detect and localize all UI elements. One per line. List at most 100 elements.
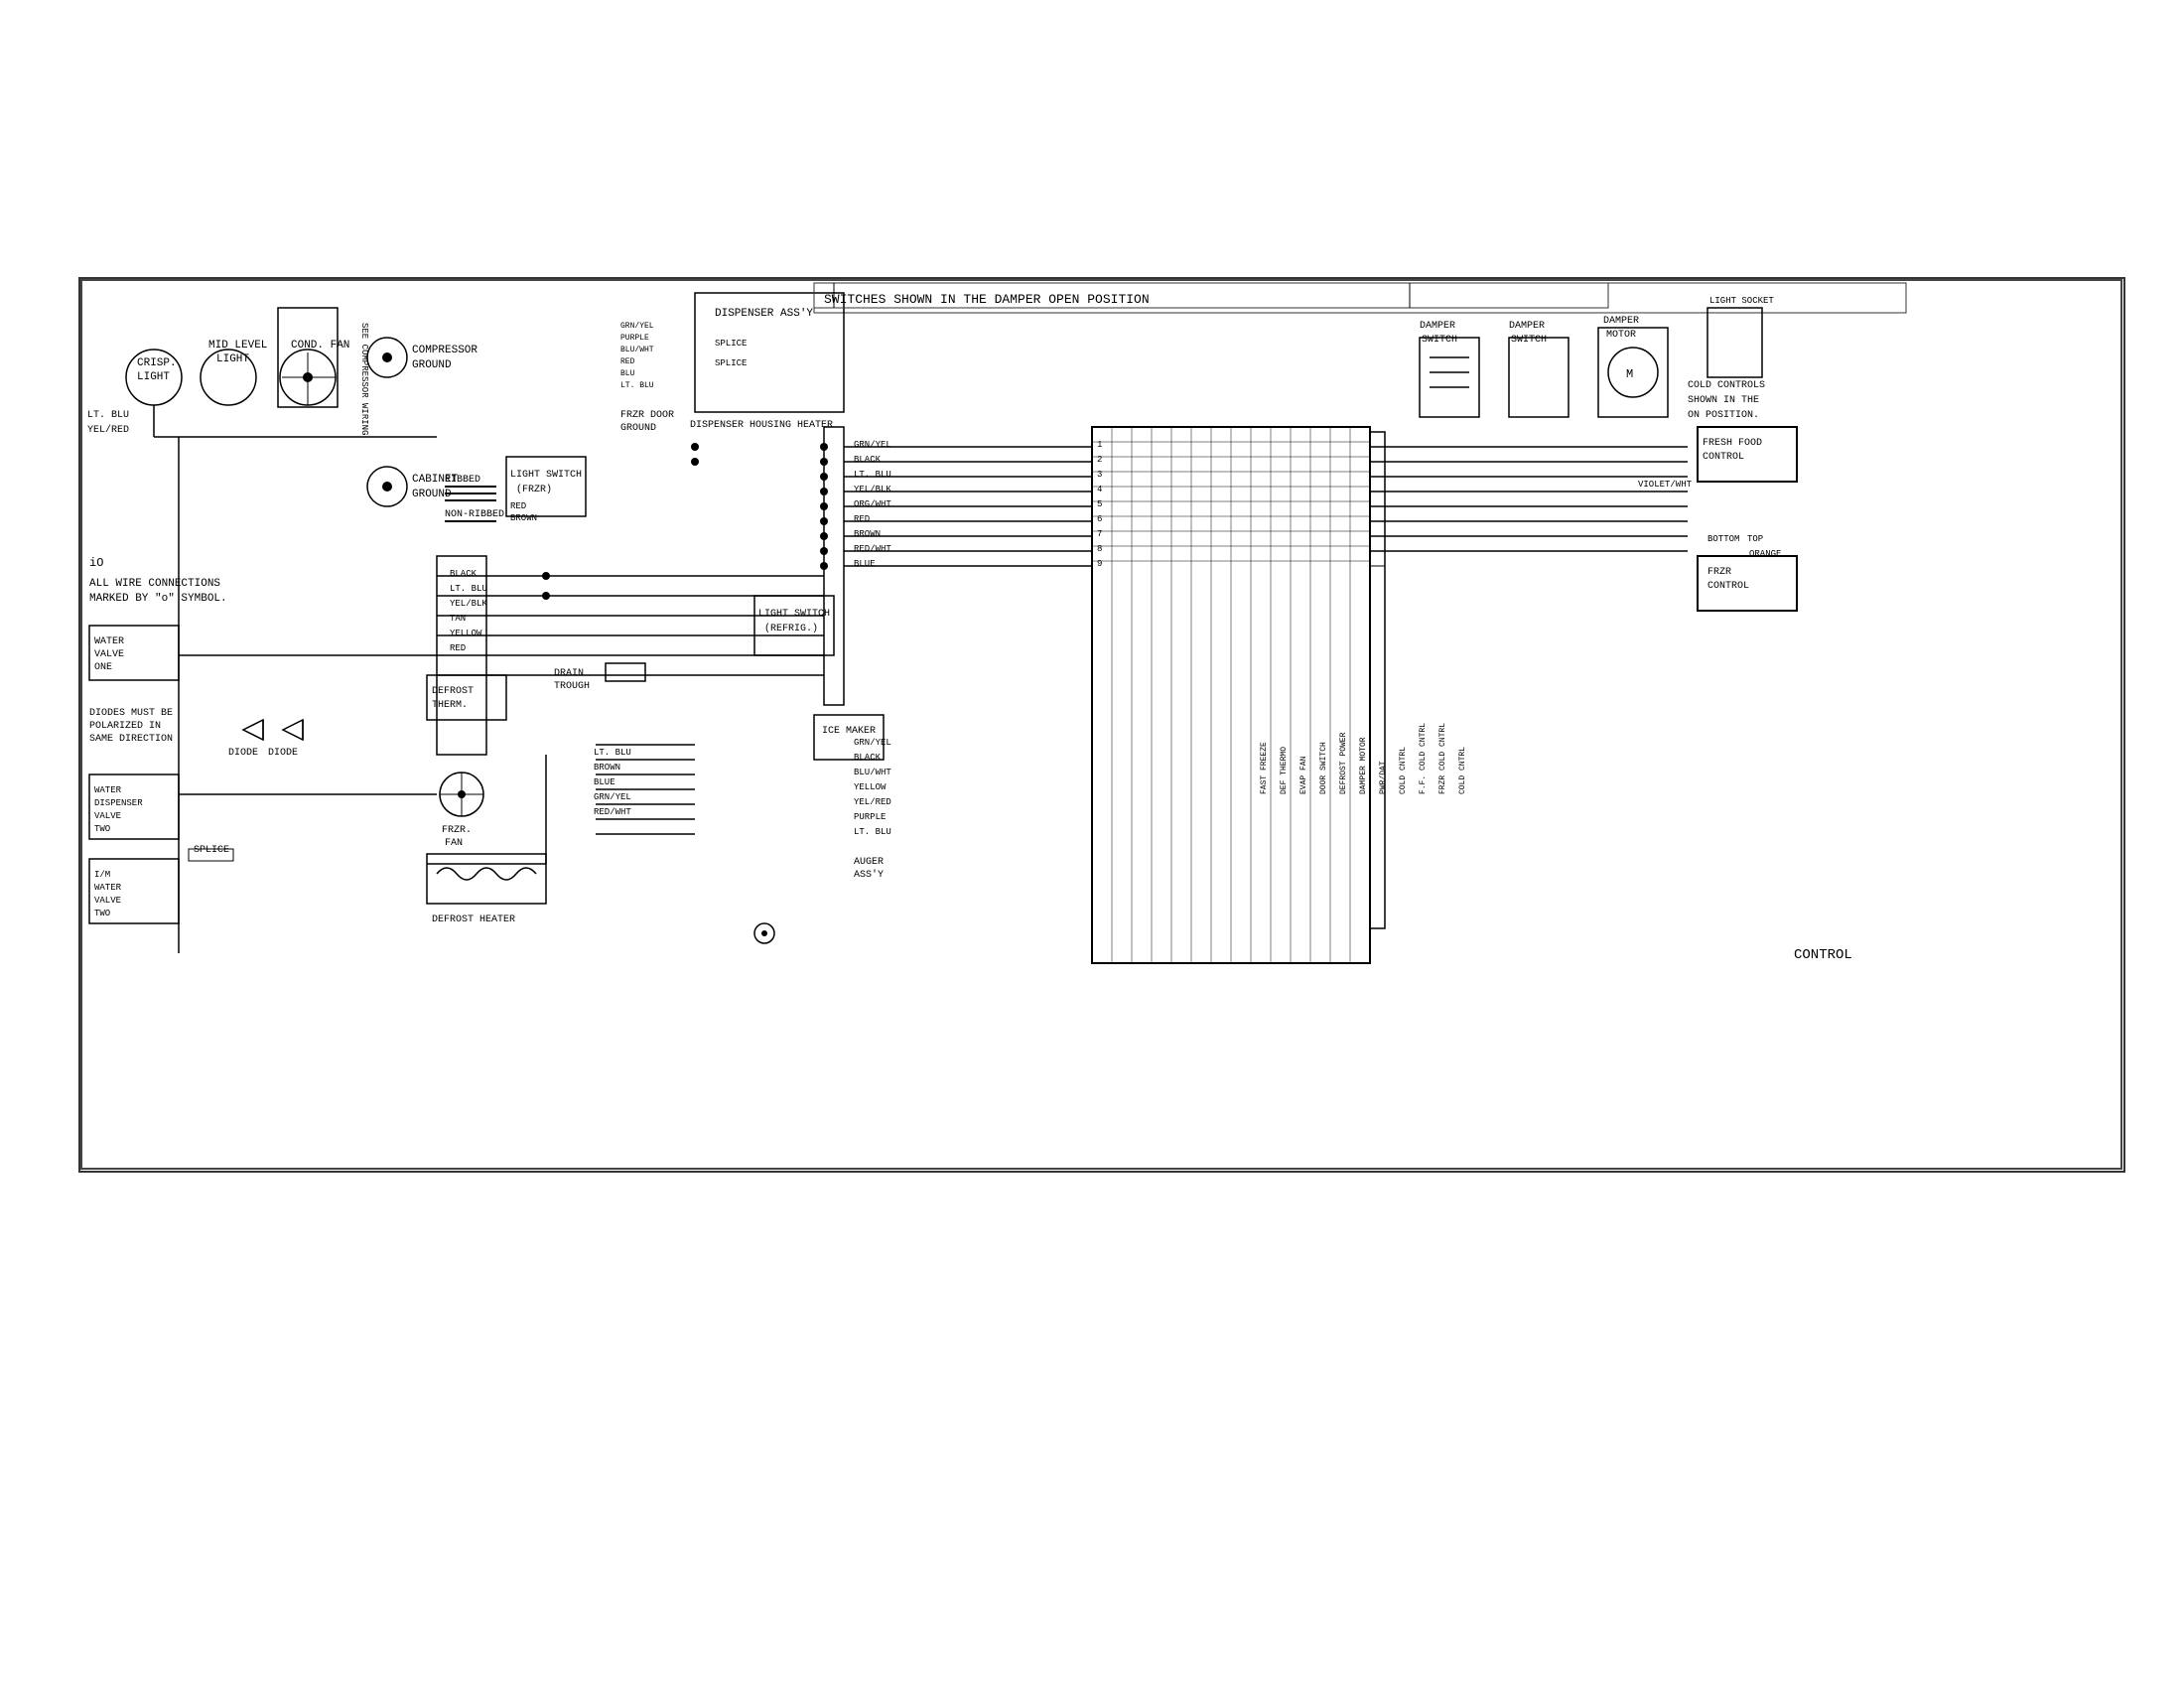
svg-text:ONE: ONE bbox=[94, 662, 112, 673]
junc-d bbox=[691, 458, 699, 466]
pin9-label: 9 bbox=[1097, 559, 1102, 569]
pin2-label: 2 bbox=[1097, 455, 1102, 465]
pin4-label: 4 bbox=[1097, 485, 1102, 494]
svg-text:DISPENSER: DISPENSER bbox=[94, 798, 143, 808]
damper-motor-label-top: DAMPER bbox=[1603, 316, 1639, 327]
defrost-therm-label: DEFROST bbox=[432, 686, 474, 697]
blu-wht-ice-label: BLU/WHT bbox=[854, 768, 891, 777]
svg-text:TWO: TWO bbox=[94, 824, 110, 834]
svg-text:SAME DIRECTION: SAME DIRECTION bbox=[89, 734, 173, 745]
fast-freeze-label: FAST FREEZE bbox=[1260, 742, 1269, 794]
diode1-label: DIODE bbox=[228, 748, 258, 759]
lt-blu-label: LT. BLU bbox=[87, 410, 129, 421]
junc-b bbox=[542, 592, 550, 600]
yellow-wire-label: YELLOW bbox=[450, 629, 482, 638]
motor-m-label: M bbox=[1626, 367, 1633, 381]
mid-level-light-label: MID LEVEL bbox=[208, 340, 267, 352]
im-water-valve-label: I/M bbox=[94, 870, 110, 880]
light-switch-refrig-label: LIGHT SWITCH bbox=[758, 609, 830, 620]
orange-label: ORANGE bbox=[1749, 549, 1781, 559]
ribbed-label: RIBBED bbox=[445, 475, 480, 486]
svg-text:POLARIZED IN: POLARIZED IN bbox=[89, 721, 161, 732]
damper-switch1-label: DAMPER bbox=[1420, 321, 1455, 332]
lt-blu-ice-label: LT. BLU bbox=[854, 827, 891, 837]
grn-yel-main-label: GRN/YEL bbox=[854, 440, 891, 450]
compressor-ground-dot bbox=[382, 352, 392, 362]
red-brown-label: RED bbox=[510, 501, 526, 511]
lt-blu-wire-label: LT. BLU bbox=[450, 584, 487, 594]
svg-text:(REFRIG.): (REFRIG.) bbox=[764, 623, 818, 634]
yel-blk-wire-label: YEL/BLK bbox=[450, 599, 487, 609]
svg-text:FAN: FAN bbox=[445, 838, 463, 849]
diode2-symbol bbox=[283, 720, 303, 740]
splice1-label: SPLICE bbox=[715, 339, 747, 349]
junction-8 bbox=[820, 547, 828, 555]
top-label: TOP bbox=[1747, 534, 1763, 544]
junction-7 bbox=[820, 532, 828, 540]
defrost-therm-box bbox=[427, 675, 506, 720]
grn-yel-center-label: GRN/YEL bbox=[594, 792, 631, 802]
junc-a bbox=[542, 572, 550, 580]
lt-blu-center-label: LT. BLU bbox=[594, 748, 631, 758]
red-wht-main-label: RED/WHT bbox=[854, 544, 891, 554]
compressor-ground-label: COMPRESSOR bbox=[412, 345, 478, 356]
red-disp-label: RED bbox=[620, 357, 635, 366]
svg-text:MARKED BY "o" SYMBOL.: MARKED BY "o" SYMBOL. bbox=[89, 593, 227, 605]
frzr-door-ground-label: FRZR DOOR bbox=[620, 410, 674, 421]
svg-text:ON POSITION.: ON POSITION. bbox=[1688, 410, 1759, 421]
svg-text:SWITCH: SWITCH bbox=[1422, 335, 1457, 346]
defrost-power-label: DEFROST POWER bbox=[1339, 732, 1348, 794]
drain-trough-label: DRAIN bbox=[554, 668, 584, 679]
defrost-heater-coil bbox=[437, 868, 536, 880]
ground-dot bbox=[761, 930, 767, 936]
svg-text:TWO: TWO bbox=[94, 909, 110, 918]
non-ribbed-label: NON-RIBBED bbox=[445, 509, 504, 520]
brown-main-label: BROWN bbox=[854, 529, 881, 539]
red-wht-center-label: RED/WHT bbox=[594, 807, 631, 817]
svg-text:SWITCH: SWITCH bbox=[1511, 335, 1547, 346]
svg-text:VALVE: VALVE bbox=[94, 896, 121, 906]
blue-main-label: BLUE bbox=[854, 559, 876, 569]
door-switch-label: DOOR SWITCH bbox=[1319, 742, 1328, 794]
damper-switch1-box bbox=[1420, 338, 1479, 417]
frzr-control-label: FRZR bbox=[1707, 567, 1731, 578]
wiring-diagram: SWITCHES SHOWN IN THE DAMPER OPEN POSITI… bbox=[0, 0, 2184, 1688]
blue-center-label: BLUE bbox=[594, 777, 615, 787]
violet-wht-label: VIOLET/WHT bbox=[1638, 480, 1693, 490]
pin7-label: 7 bbox=[1097, 529, 1102, 539]
evap-fan-label: EVAP FAN bbox=[1299, 756, 1308, 794]
ice-maker-label: ICE MAKER bbox=[822, 726, 876, 737]
see-compressor-wiring: SEE COMPRESSOR WIRING bbox=[359, 323, 369, 435]
diode1-symbol bbox=[243, 720, 263, 740]
cond-fan-label: COND. FAN bbox=[291, 340, 349, 352]
defrost-heater-symbol bbox=[427, 854, 546, 904]
water-dispenser-label: WATER bbox=[94, 785, 122, 795]
diodes-label: DIODES MUST BE bbox=[89, 708, 173, 719]
defrost-heater-label: DEFROST HEATER bbox=[432, 914, 515, 925]
damper-switch2-box bbox=[1509, 338, 1569, 417]
svg-text:ASS'Y: ASS'Y bbox=[854, 869, 884, 881]
svg-text:LIGHT: LIGHT bbox=[137, 371, 170, 383]
svg-text:THERM.: THERM. bbox=[432, 700, 468, 711]
switches-shown-label: SWITCHES SHOWN IN THE DAMPER OPEN POSITI… bbox=[824, 292, 1150, 307]
all-wire-connections-label: ALL WIRE CONNECTIONS bbox=[89, 578, 220, 590]
control-label: CONTROL bbox=[1794, 947, 1852, 963]
yel-red-label: YEL/RED bbox=[87, 424, 129, 436]
frzr-cold-cntrl-label: FRZR COLD CNTRL bbox=[1438, 723, 1447, 794]
red-main-label: RED bbox=[854, 514, 870, 524]
cold-controls-label: COLD CONTROLS bbox=[1688, 380, 1765, 391]
bottom-label: BOTTOM bbox=[1707, 534, 1739, 544]
damper-switch2-label: DAMPER bbox=[1509, 321, 1545, 332]
junction-4 bbox=[820, 488, 828, 495]
ff-cold-cntrl-label: F.F. COLD CNTRL bbox=[1419, 723, 1428, 794]
svg-text:SHOWN IN THE: SHOWN IN THE bbox=[1688, 395, 1759, 406]
pwr-dat-label: PWR/DAT bbox=[1379, 761, 1388, 794]
yel-red-ice-label: YEL/RED bbox=[854, 797, 891, 807]
junction-1 bbox=[820, 443, 828, 451]
svg-text:(FRZR): (FRZR) bbox=[516, 484, 552, 495]
pin1-label: 1 bbox=[1097, 440, 1102, 450]
grn-yel-disp-label: GRN/YEL bbox=[620, 322, 654, 331]
svg-text:MOTOR: MOTOR bbox=[1606, 330, 1636, 341]
auger-assy-label: AUGER bbox=[854, 857, 884, 868]
brown-center-label: BROWN bbox=[594, 763, 620, 773]
